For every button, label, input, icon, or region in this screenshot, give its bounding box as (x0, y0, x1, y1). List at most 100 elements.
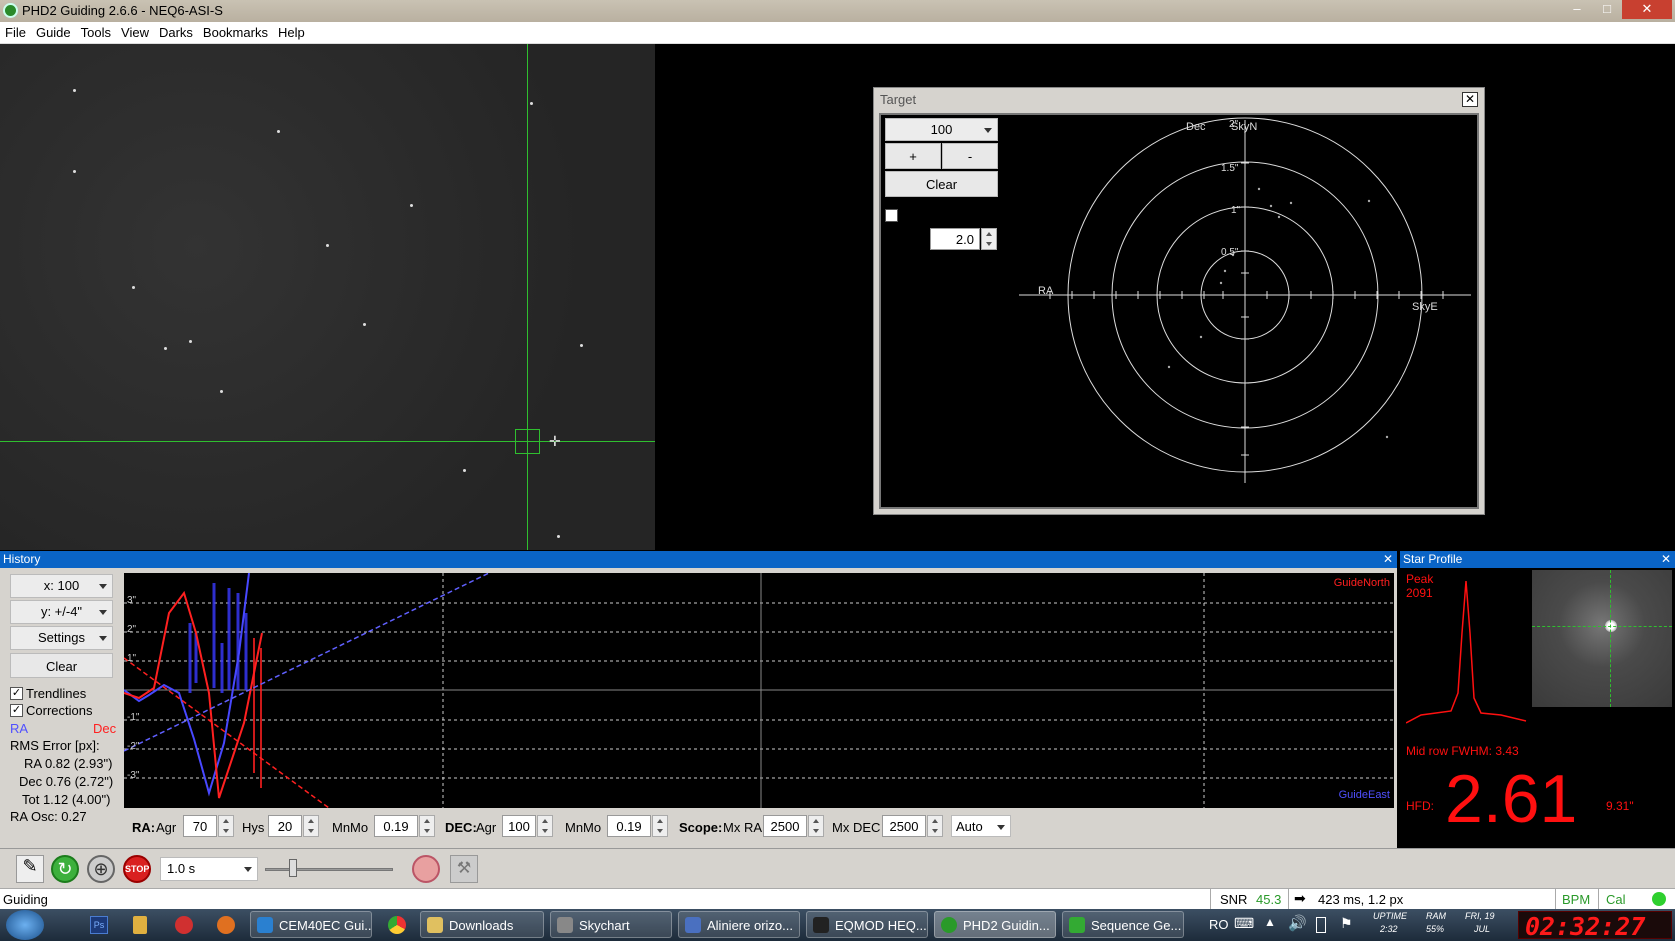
menu-tools[interactable]: Tools (76, 22, 116, 40)
start-button-icon[interactable] (6, 910, 44, 940)
history-header: History ✕ (0, 551, 1397, 568)
history-settings-dropdown[interactable]: Settings (10, 626, 113, 650)
target-length-dropdown[interactable]: 100 (885, 118, 998, 141)
x-scale-value: x: 100 (43, 578, 80, 593)
ra-mnmo-spinner[interactable] (419, 815, 435, 837)
language-indicator[interactable]: RO (1209, 917, 1229, 932)
chrome-icon[interactable] (388, 916, 406, 934)
keyboard-icon[interactable]: ⌨ (1234, 915, 1254, 932)
radius-input[interactable]: 2.0 (930, 228, 980, 250)
close-button[interactable]: ✕ (1622, 0, 1672, 19)
taskbar-sequence[interactable]: Sequence Ge... (1062, 911, 1184, 938)
dec-axis-label: Dec (1186, 121, 1206, 133)
menu-guide[interactable]: Guide (31, 22, 76, 40)
brain-icon[interactable] (412, 855, 440, 883)
mxdec-spinner[interactable] (927, 815, 943, 837)
guide-target-icon[interactable]: ⊕ (87, 855, 115, 883)
history-clear-button[interactable]: Clear (10, 653, 113, 678)
clock-panel: 02:32:27 (1518, 911, 1672, 941)
zoom-out-button[interactable]: - (942, 143, 998, 169)
maximize-button[interactable]: □ (1592, 0, 1622, 19)
menu-darks[interactable]: Darks (154, 22, 198, 40)
y-scale-dropdown[interactable]: y: +/-4" (10, 600, 113, 624)
dec-mnmo-input[interactable]: 0.19 (607, 815, 651, 837)
opera-icon[interactable] (175, 916, 193, 934)
dec-agr-input[interactable]: 100 (502, 815, 536, 837)
pin-app-icon[interactable] (133, 916, 147, 934)
menu-help[interactable]: Help (273, 22, 310, 40)
corrections-checkbox[interactable]: ✓ (10, 704, 23, 717)
menu-bar: File Guide Tools View Darks Bookmarks Help (0, 22, 1675, 44)
photoshop-icon[interactable]: Ps (90, 916, 108, 934)
dec-agr-label: Agr (476, 820, 497, 835)
menu-file[interactable]: File (0, 22, 31, 40)
mxra-input[interactable]: 2500 (763, 815, 807, 837)
target-clear-button[interactable]: Clear (885, 171, 998, 197)
ra-mnmo-input[interactable]: 0.19 (374, 815, 418, 837)
minimize-button[interactable]: – (1562, 0, 1592, 19)
snr-value: 45.3 (1256, 892, 1282, 907)
stop-icon[interactable]: STOP (123, 855, 151, 883)
taskbar-cem40ec[interactable]: CEM40EC Gui... (250, 911, 372, 938)
dec-mnmo-label: MnMo (565, 820, 602, 835)
history-close-icon[interactable]: ✕ (1383, 551, 1393, 568)
menu-bookmarks[interactable]: Bookmarks (198, 22, 273, 40)
ring-label-1: 1" (1231, 205, 1241, 216)
camera-frame-view[interactable]: ✛ (0, 44, 655, 550)
target-title: Target (880, 92, 917, 107)
network-flag-icon[interactable]: ⚑ (1340, 915, 1353, 932)
fwhm-label: Mid row FWHM: 3.43 (1406, 744, 1519, 758)
menu-view[interactable]: View (116, 22, 154, 40)
gamma-slider[interactable] (265, 868, 393, 871)
target-length-value: 100 (930, 122, 953, 137)
ra-hys-input[interactable]: 20 (268, 815, 302, 837)
guide-east-label: GuideEast (1338, 789, 1390, 801)
rms-tot: Tot 1.12 (4.00") (22, 792, 111, 807)
zoom-in-button[interactable]: + (885, 143, 941, 169)
trendlines-checkbox[interactable]: ✓ (10, 687, 23, 700)
taskbar-phd2[interactable]: PHD2 Guidin... (934, 911, 1056, 938)
loop-icon[interactable]: ↻ (51, 855, 79, 883)
y-tick-1: 1" (127, 653, 137, 664)
gamma-slider-thumb[interactable] (289, 859, 297, 877)
brain-wand-icon[interactable]: ✎ (16, 855, 44, 883)
history-panel: History ✕ x: 100 y: +/-4" Settings Clear … (0, 551, 1397, 848)
ra-hys-spinner[interactable] (303, 815, 319, 837)
tray-expand-icon[interactable]: ▲ (1264, 915, 1276, 929)
reference-circle-checkbox[interactable] (885, 209, 898, 222)
ram-label: RAM (1426, 911, 1446, 921)
ra-agr-spinner[interactable] (218, 815, 234, 837)
x-scale-dropdown[interactable]: x: 100 (10, 574, 113, 598)
dec-mnmo-spinner[interactable] (652, 815, 668, 837)
rms-dec: Dec 0.76 (2.72") (19, 774, 114, 789)
cursor-icon: ✛ (549, 433, 561, 449)
taskbar-skychart[interactable]: Skychart (550, 911, 672, 938)
taskbar: Ps CEM40EC Gui... Downloads Skychart Ali… (0, 909, 1675, 941)
volume-icon[interactable]: 🔊 (1288, 914, 1307, 932)
mxra-label: Mx RA (723, 820, 762, 835)
exposure-dropdown[interactable]: 1.0 s (160, 857, 258, 881)
phd2-app-icon (3, 3, 18, 18)
title-bar: PHD2 Guiding 2.6.6 - NEQ6-ASI-S – □ ✕ (0, 0, 1675, 22)
ra-agr-input[interactable]: 70 (183, 815, 217, 837)
radius-label: Radius: (885, 232, 930, 247)
target-close-button[interactable]: ✕ (1462, 92, 1478, 107)
ra-agr-label: Agr (156, 820, 177, 835)
taskbar-downloads[interactable]: Downloads (420, 911, 544, 938)
taskbar-eqmod[interactable]: EQMOD HEQ... (806, 911, 928, 938)
mxra-spinner[interactable] (808, 815, 824, 837)
uptime-label: UPTIME (1373, 911, 1408, 921)
firefox-icon[interactable] (217, 916, 235, 934)
star-profile-close-icon[interactable]: ✕ (1661, 551, 1671, 568)
battery-icon[interactable] (1316, 917, 1326, 933)
mxdec-input[interactable]: 2500 (882, 815, 926, 837)
uptime-value: 2:32 (1380, 924, 1398, 934)
guide-arrow-icon: ➡ (1294, 890, 1306, 906)
taskbar-aliniere[interactable]: Aliniere orizo... (678, 911, 800, 938)
hfd-value: 2.61 (1445, 761, 1578, 837)
dec-agr-spinner[interactable] (537, 815, 553, 837)
dec-mode-dropdown[interactable]: Auto (951, 815, 1011, 837)
tools-icon[interactable]: ⚒ (450, 855, 478, 883)
radius-spinner[interactable] (981, 228, 997, 250)
y-tick-neg3: -3" (127, 770, 140, 781)
